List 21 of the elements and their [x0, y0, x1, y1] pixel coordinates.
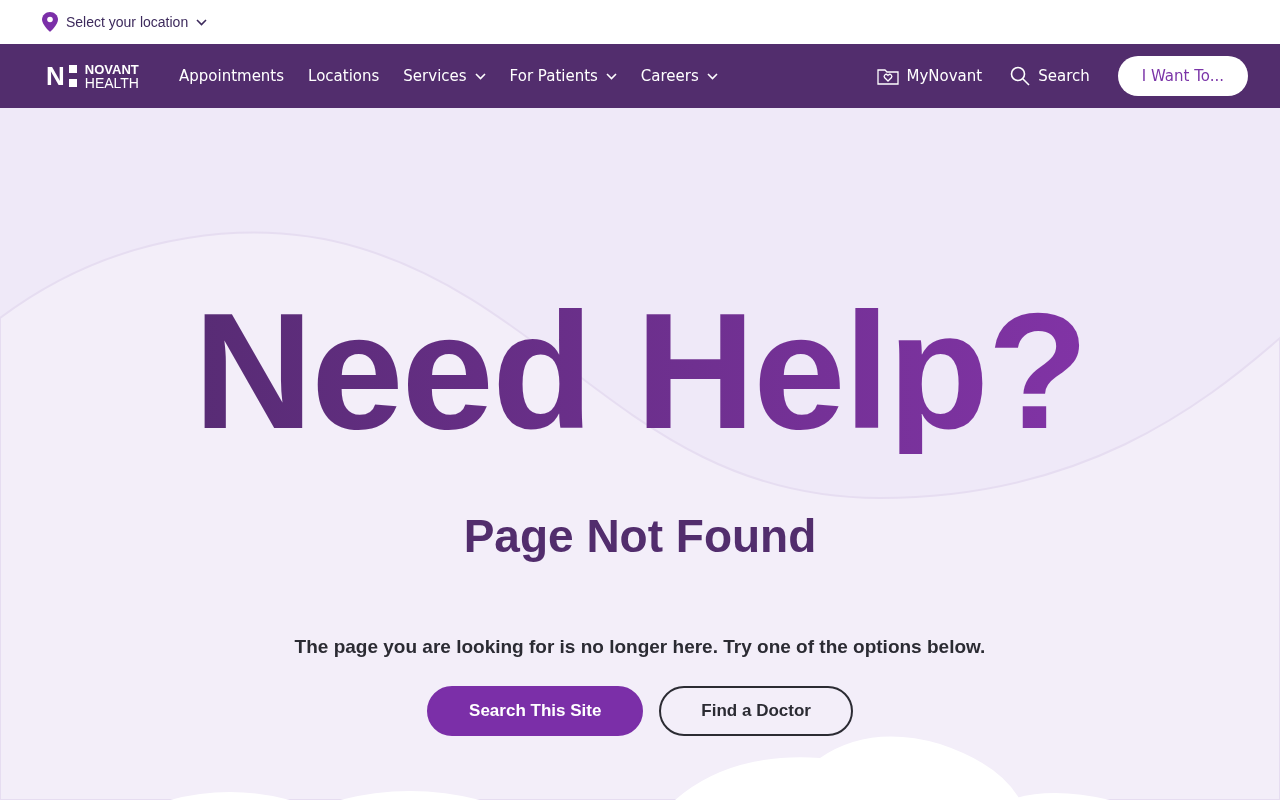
find-doctor-button[interactable]: Find a Doctor: [659, 685, 853, 736]
nav-dropdown[interactable]: Careers: [640, 64, 718, 88]
folder-heart-icon: [876, 67, 899, 85]
search-icon: [1010, 66, 1031, 86]
location-pin-icon: [42, 12, 58, 32]
nav-link[interactable]: Appointments: [179, 64, 285, 88]
nav-dropdown[interactable]: Services: [403, 64, 486, 88]
search-link[interactable]: Search: [1010, 64, 1090, 88]
chevron-down-icon: [196, 18, 208, 26]
message-text: The page you are looking for is no longer here. Try one of the options below.: [293, 635, 987, 659]
nav-dropdown[interactable]: For Patients: [509, 64, 617, 88]
search-site-button[interactable]: Search This Site: [427, 685, 644, 736]
page-subtitle: Page Not Found: [462, 509, 818, 564]
logo-text: NOVANT: [84, 62, 139, 76]
logo-squares-icon: [68, 65, 77, 87]
nav-link[interactable]: Locations: [308, 64, 380, 88]
logo-mark: N: [46, 63, 65, 89]
location-selector[interactable]: Select your location: [66, 11, 208, 33]
i-want-to-button[interactable]: I Want To...: [1117, 55, 1248, 97]
mynovant-link[interactable]: MyNovant: [876, 64, 983, 88]
logo-text: HEALTH: [84, 75, 139, 90]
